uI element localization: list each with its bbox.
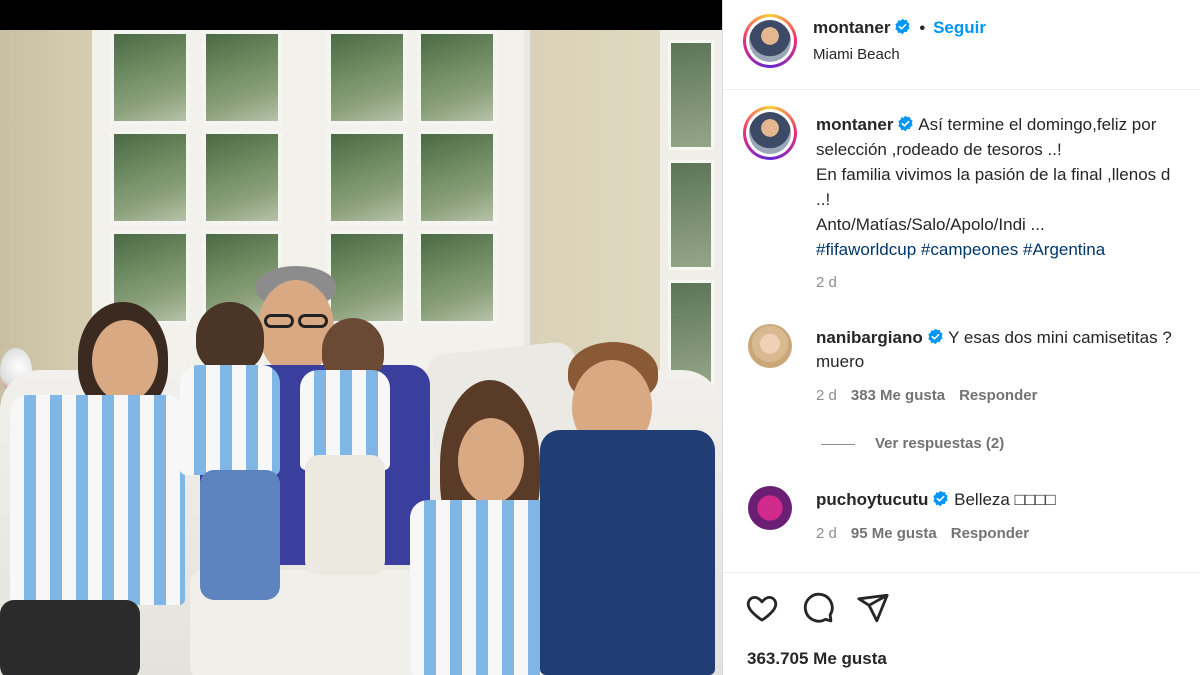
comment-item: nanibargiano Y esas dos mini camisetitas… [816,326,1172,408]
verified-badge-icon [898,115,914,132]
post-actions-bar: 363.705 Me gusta [723,572,1200,675]
avatar-photo [749,20,791,62]
view-replies-label: Ver respuestas (2) [875,435,1005,452]
hair [196,302,264,372]
verified-badge-icon [928,328,943,345]
caption-text: selección ,rodeado de tesoros ..! [816,140,1062,159]
like-count[interactable]: 363.705 Me gusta [747,649,887,669]
commenter-username[interactable]: puchoytucutu [816,490,928,509]
caption-hashtags: #fifaworldcup #campeones #Argentina [816,237,1200,262]
comment-meta: 2 d 383 Me gusta Responder [816,384,1172,408]
author-avatar[interactable] [743,14,797,68]
navy-tshirt [540,430,715,675]
commenter-avatar[interactable] [748,324,792,368]
comment-item: puchoytucutu Belleza □□□□ 2 d 95 Me gusta… [816,488,1056,546]
follow-button[interactable]: Seguir [933,18,986,37]
door-pane [110,130,190,225]
post-header: montaner • Seguir Miami Beach [723,0,1200,90]
comment-text: Y esas dos mini camisetitas ? [948,328,1172,347]
comment-icon[interactable] [801,591,835,625]
replies-divider [821,443,855,445]
face [92,320,158,402]
caption-text: En familia vivimos la pasión de la final… [816,165,1171,184]
argentina-jersey [10,395,185,605]
caption-text: Anto/Matías/Salo/Apolo/Indi ... [816,215,1045,234]
commenter-username[interactable]: nanibargiano [816,328,923,347]
comment-text: Belleza □□□□ [954,490,1056,509]
door-pane [327,230,407,325]
caption-author-username[interactable]: montaner [816,115,893,134]
door-pane [327,30,407,125]
baby-pants [305,455,385,575]
caption-text: ..! [816,190,831,209]
avatar-photo [749,112,791,154]
face [458,418,524,504]
door-pane [202,30,282,125]
avatar-inner [746,17,794,65]
side-door-pane [668,40,714,150]
baby-jersey [180,365,280,475]
author-username[interactable]: montaner [813,18,890,37]
instagram-post-window: montaner • Seguir Miami Beach montaner Así… [0,0,1200,675]
hashtag-link[interactable]: #campeones [921,240,1018,259]
comment-line: nanibargiano Y esas dos mini camisetitas… [816,326,1172,350]
comment-line: puchoytucutu Belleza □□□□ [816,488,1056,512]
post-media[interactable] [0,0,722,675]
photo-side-door [660,30,722,410]
post-side-panel: montaner • Seguir Miami Beach montaner Así… [722,0,1200,675]
header-title-row: montaner • Seguir [813,18,986,38]
share-icon[interactable] [856,591,890,625]
caption-meta: 2 d [816,270,1200,295]
door-pane [417,230,497,325]
caption-text: Así termine el domingo,feliz por [918,115,1157,134]
door-pane [417,30,497,125]
door-pane [327,130,407,225]
verified-badge-icon [895,18,911,35]
reply-button[interactable]: Responder [951,525,1029,542]
side-door-pane [668,160,714,270]
view-replies-button[interactable]: Ver respuestas (2) [821,435,1004,452]
caption-timestamp[interactable]: 2 d [816,274,837,291]
glasses [298,314,328,328]
comment-like-count[interactable]: 383 Me gusta [851,387,945,404]
verified-badge-icon [933,490,949,507]
pants [0,600,140,675]
hashtag-link[interactable]: #fifaworldcup [816,240,916,259]
door-pane [202,130,282,225]
post-photo [0,30,722,675]
reply-button[interactable]: Responder [959,387,1037,404]
heart-icon[interactable] [745,591,779,625]
baby-jeans [200,470,280,600]
commenter-avatar[interactable] [748,486,792,530]
caption-line-1: montaner Así termine el domingo,feliz po… [816,112,1200,137]
header-separator: • [919,20,926,37]
comment-timestamp[interactable]: 2 d [816,525,837,542]
comment-timestamp[interactable]: 2 d [816,387,837,404]
post-caption: montaner Así termine el domingo,feliz po… [816,112,1200,295]
comment-text: muero [816,352,865,371]
caption-author-avatar[interactable] [743,106,797,160]
comment-like-count[interactable]: 95 Me gusta [851,525,937,542]
door-pane [110,30,190,125]
hashtag-link[interactable]: #Argentina [1023,240,1105,259]
post-location[interactable]: Miami Beach [813,46,900,63]
comment-meta: 2 d 95 Me gusta Responder [816,522,1056,546]
avatar-inner [746,109,794,157]
glasses [264,314,294,328]
door-pane [417,130,497,225]
